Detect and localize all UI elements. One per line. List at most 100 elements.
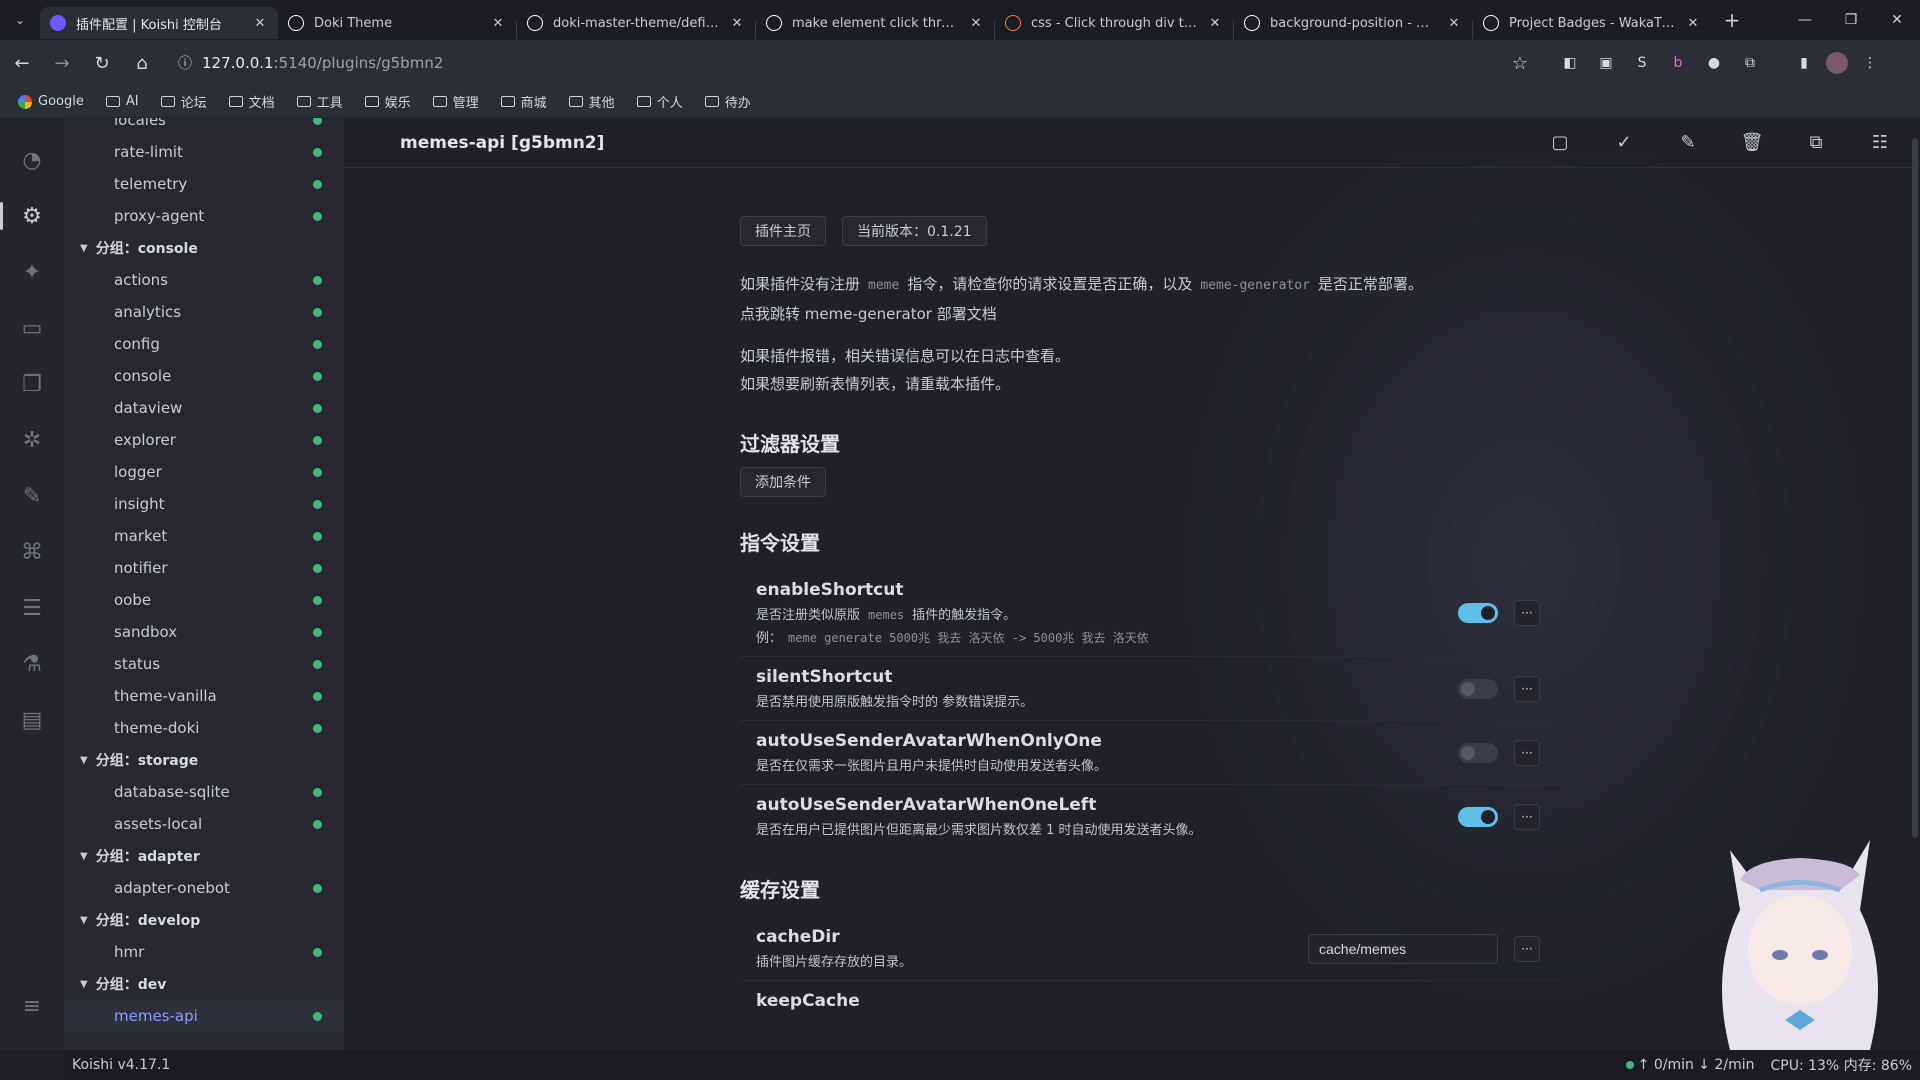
config-toggle[interactable] <box>1458 603 1498 623</box>
minimize-icon[interactable]: — <box>1782 0 1828 40</box>
bookmark-item[interactable]: 商城 <box>493 89 555 115</box>
main-scrollbar[interactable] <box>1912 138 1918 838</box>
bookmark-item[interactable]: 个人 <box>629 89 691 115</box>
plugin-item[interactable]: insight <box>64 488 344 520</box>
restore-icon[interactable]: ❐ <box>1828 0 1874 40</box>
clipboard-icon[interactable]: ▤ <box>12 700 52 740</box>
bookmark-item[interactable]: 其他 <box>561 89 623 115</box>
dashboard-icon[interactable]: ◔ <box>12 140 52 180</box>
plugin-item[interactable]: theme-vanilla <box>64 680 344 712</box>
dependencies-icon[interactable]: ▭ <box>12 308 52 348</box>
close-tab-icon[interactable]: ✕ <box>1446 16 1462 31</box>
clone-copy-icon[interactable]: ⧉ <box>1798 125 1834 161</box>
plugin-item[interactable]: config <box>64 328 344 360</box>
plugin-item[interactable]: notifier <box>64 552 344 584</box>
plugin-item[interactable]: analytics <box>64 296 344 328</box>
plugin-item[interactable]: telemetry <box>64 168 344 200</box>
close-tab-icon[interactable]: ✕ <box>490 16 506 31</box>
plugin-item[interactable]: status <box>64 648 344 680</box>
plugin-item[interactable]: actions <box>64 264 344 296</box>
bookmark-item[interactable]: 论坛 <box>153 89 215 115</box>
plugin-item[interactable]: locales <box>64 118 344 136</box>
back-icon[interactable]: ← <box>4 45 40 81</box>
browser-menu-icon[interactable]: ⋮ <box>1856 49 1884 77</box>
reload-icon[interactable]: ↻ <box>84 45 120 81</box>
plugin-group[interactable]: ▼ 分组：console <box>64 232 344 264</box>
deploy-docs-link[interactable]: 点我跳转 meme-generator 部署文档 <box>740 305 997 323</box>
save-check-icon[interactable]: ✓ <box>1606 125 1642 161</box>
close-tab-icon[interactable]: ✕ <box>252 16 268 31</box>
extension-5-icon[interactable]: ● <box>1700 49 1728 77</box>
config-toggle[interactable] <box>1458 806 1498 827</box>
profile-avatar-icon[interactable] <box>1826 52 1848 74</box>
config-toggle[interactable] <box>1458 678 1498 699</box>
plugin-market-icon[interactable]: ✦ <box>12 252 52 292</box>
plugin-group[interactable]: ▼ 分组：dev <box>64 968 344 1000</box>
browser-tab[interactable]: Doki Theme ✕ <box>278 7 516 39</box>
home-icon[interactable]: ⌂ <box>124 45 160 81</box>
close-tab-icon[interactable]: ✕ <box>968 16 984 31</box>
close-window-icon[interactable]: ✕ <box>1874 0 1920 40</box>
edit-icon[interactable]: ✎ <box>12 476 52 516</box>
checklist-icon[interactable]: ☷ <box>1862 125 1898 161</box>
browser-tab[interactable]: background-position - CSS: t ✕ <box>1234 7 1472 39</box>
files-icon[interactable]: ❐ <box>12 364 52 404</box>
bookmark-item[interactable]: 文档 <box>221 89 283 115</box>
delete-trash-icon[interactable]: 🗑 <box>1734 125 1770 161</box>
url-input[interactable]: ⓘ 127.0.0.1:5140/plugins/g5bmn2 ☆ <box>168 46 1538 80</box>
plugin-item[interactable]: memes-api <box>64 1000 344 1032</box>
plugin-item[interactable]: sandbox <box>64 616 344 648</box>
plugin-item[interactable]: hmr <box>64 936 344 968</box>
tab-search-icon[interactable]: ⌄ <box>0 0 40 40</box>
bookmark-item[interactable]: 工具 <box>289 89 351 115</box>
extension-3-icon[interactable]: S <box>1628 49 1656 77</box>
new-tab-button[interactable]: + <box>1715 4 1749 36</box>
cache-dir-input[interactable] <box>1308 933 1498 964</box>
more-options-button[interactable]: ··· <box>1514 675 1540 702</box>
bookmark-item[interactable]: 管理 <box>425 89 487 115</box>
plugin-homepage-button[interactable]: 插件主页 <box>740 216 826 246</box>
add-condition-button[interactable]: 添加条件 <box>740 467 826 497</box>
browser-tab[interactable]: make element click through ✕ <box>756 7 994 39</box>
plugin-item[interactable]: explorer <box>64 424 344 456</box>
plugin-item[interactable]: oobe <box>64 584 344 616</box>
plugin-item[interactable]: market <box>64 520 344 552</box>
plugin-item[interactable]: logger <box>64 456 344 488</box>
browser-tab[interactable]: css - Click through div to unc ✕ <box>995 7 1233 39</box>
plugin-item[interactable]: dataview <box>64 392 344 424</box>
graph-icon[interactable]: ✲ <box>12 420 52 460</box>
close-tab-icon[interactable]: ✕ <box>729 16 745 31</box>
plugin-group[interactable]: ▼ 分组：storage <box>64 744 344 776</box>
sidebar-toggle-icon[interactable]: ▮ <box>1790 49 1818 77</box>
browser-tab[interactable]: 插件配置 | Koishi 控制台 ✕ <box>40 7 278 39</box>
more-options-button[interactable]: ··· <box>1514 600 1540 626</box>
bookmark-star-icon[interactable]: ☆ <box>1512 53 1528 74</box>
plugin-group[interactable]: ▼ 分组：develop <box>64 904 344 936</box>
bookmark-item[interactable]: Google <box>10 89 92 115</box>
plugin-item[interactable]: assets-local <box>64 808 344 840</box>
extension-2-icon[interactable]: ▣ <box>1592 49 1620 77</box>
plugin-item[interactable]: database-sqlite <box>64 776 344 808</box>
extension-1-icon[interactable]: ◧ <box>1556 49 1584 77</box>
plugin-item[interactable]: rate-limit <box>64 136 344 168</box>
plugin-group[interactable]: ▼ 分组：adapter <box>64 840 344 872</box>
bing-icon[interactable]: b <box>1664 49 1692 77</box>
puzzle-icon[interactable]: ⧉ <box>1736 49 1764 77</box>
bookmark-item[interactable]: 待办 <box>697 89 759 115</box>
command-icon[interactable]: ⌘ <box>12 532 52 572</box>
bookmark-item[interactable]: AI <box>98 89 147 115</box>
browser-tab[interactable]: Project Badges - WakaTime ✕ <box>1473 7 1711 39</box>
config-toggle[interactable] <box>1458 742 1498 763</box>
plugin-item[interactable]: proxy-agent <box>64 200 344 232</box>
rename-edit-icon[interactable]: ✎ <box>1670 125 1706 161</box>
disable-plugin-icon[interactable]: ▢ <box>1542 125 1578 161</box>
settings-sliders-icon[interactable]: ≡ <box>12 986 52 1026</box>
forward-icon[interactable]: → <box>44 45 80 81</box>
flask-icon[interactable]: ⚗ <box>12 644 52 684</box>
close-tab-icon[interactable]: ✕ <box>1685 16 1701 31</box>
more-options-button[interactable]: ··· <box>1514 803 1540 830</box>
more-options-button[interactable]: ··· <box>1514 935 1540 962</box>
gear-icon[interactable]: ⚙ <box>0 196 52 236</box>
bookmark-item[interactable]: 娱乐 <box>357 89 419 115</box>
database-icon[interactable]: ☰ <box>12 588 52 628</box>
